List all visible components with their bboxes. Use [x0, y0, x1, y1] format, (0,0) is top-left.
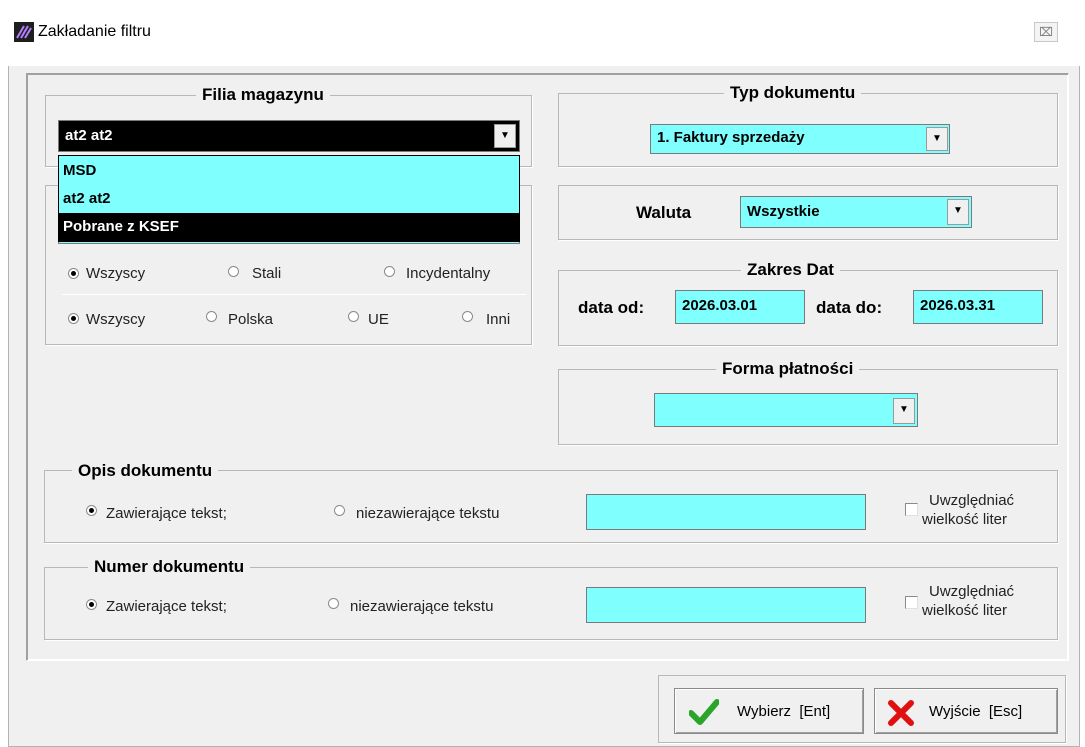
close-icon[interactable]: ⌧ — [1034, 22, 1058, 42]
radio-polska[interactable] — [206, 311, 217, 322]
window-title: Zakładanie filtru — [38, 23, 151, 40]
filia-group-title: Filia magazynu — [196, 85, 330, 105]
dropdown-option-at2[interactable]: at2 at2 — [59, 185, 519, 213]
radio-incydentalny[interactable] — [384, 266, 395, 277]
chevron-down-icon[interactable]: ▼ — [893, 398, 915, 424]
typ-group-title: Typ dokumentu — [724, 83, 862, 103]
typ-combo[interactable]: 1. Faktury sprzedaży — [650, 124, 950, 154]
date-to-input[interactable]: 2026.03.31 — [913, 290, 1043, 324]
radio-wszyscy-1[interactable] — [68, 268, 79, 279]
wyjscie-button-label: Wyjście [Esc] — [929, 703, 1023, 720]
radio-label: niezawierające tekstu — [350, 598, 494, 615]
radio-label: Zawierające tekst; — [106, 598, 227, 615]
filia-combo[interactable]: at2 at2 — [58, 120, 520, 152]
numer-radio-contains[interactable] — [86, 599, 97, 610]
radio-stali[interactable] — [228, 266, 239, 277]
chevron-down-icon[interactable]: ▼ — [494, 124, 516, 148]
checkbox-label: Uwzględniać — [929, 492, 1015, 509]
radio-label: Zawierające tekst; — [106, 505, 227, 522]
numer-case-checkbox[interactable] — [905, 596, 918, 609]
radio-label: Wszyscy — [86, 265, 146, 282]
opis-case-checkbox[interactable] — [905, 503, 918, 516]
title-bar — [8, 10, 1080, 66]
chevron-down-icon[interactable]: ▼ — [947, 199, 969, 225]
opis-text-input[interactable] — [586, 494, 866, 530]
kontrahenci-divider — [62, 294, 526, 295]
radio-ue[interactable] — [348, 311, 359, 322]
daty-group-title: Zakres Dat — [741, 260, 840, 280]
checkbox-label: Uwzględniać — [929, 583, 1015, 600]
date-from-label: data od: — [578, 298, 645, 317]
checkmark-icon — [689, 699, 719, 725]
radio-label: Incydentalny — [406, 265, 491, 282]
radio-inni[interactable] — [462, 311, 473, 322]
numer-text-input[interactable] — [586, 587, 866, 623]
radio-wszyscy-2[interactable] — [68, 313, 79, 324]
numer-group-title: Numer dokumentu — [88, 557, 251, 577]
filia-dropdown-list: MSD at2 at2 Pobrane z KSEF — [58, 155, 520, 242]
wybierz-button-label: Wybierz [Ent] — [737, 703, 831, 720]
wyjscie-button[interactable]: Wyjście [Esc] — [874, 688, 1058, 734]
waluta-label: Waluta — [636, 203, 692, 222]
numer-radio-not-contains[interactable] — [328, 598, 339, 609]
radio-label: Stali — [252, 265, 282, 282]
app-logo-icon — [14, 22, 34, 42]
wybierz-button[interactable]: Wybierz [Ent] — [674, 688, 864, 734]
chevron-down-icon[interactable]: ▼ — [926, 127, 948, 151]
radio-label: UE — [368, 311, 389, 328]
radio-label: Inni — [486, 311, 511, 328]
platnosc-combo[interactable] — [654, 393, 918, 427]
platnosc-group-title: Forma płatności — [716, 359, 860, 379]
radio-label: Polska — [228, 311, 274, 328]
opis-radio-contains[interactable] — [86, 505, 97, 516]
waluta-combo[interactable]: Wszystkie — [740, 196, 972, 228]
cross-icon — [888, 700, 914, 726]
opis-radio-not-contains[interactable] — [334, 505, 345, 516]
dropdown-option-msd[interactable]: MSD — [59, 157, 519, 185]
opis-group-title: Opis dokumentu — [72, 461, 219, 481]
radio-label: niezawierające tekstu — [356, 505, 500, 522]
radio-label: Wszyscy — [86, 311, 146, 328]
date-to-label: data do: — [816, 298, 883, 317]
date-from-input[interactable]: 2026.03.01 — [675, 290, 805, 324]
dropdown-option-ksef[interactable]: Pobrane z KSEF — [59, 213, 519, 241]
checkbox-label: wielkość liter — [922, 511, 1008, 528]
checkbox-label: wielkość liter — [922, 602, 1008, 619]
